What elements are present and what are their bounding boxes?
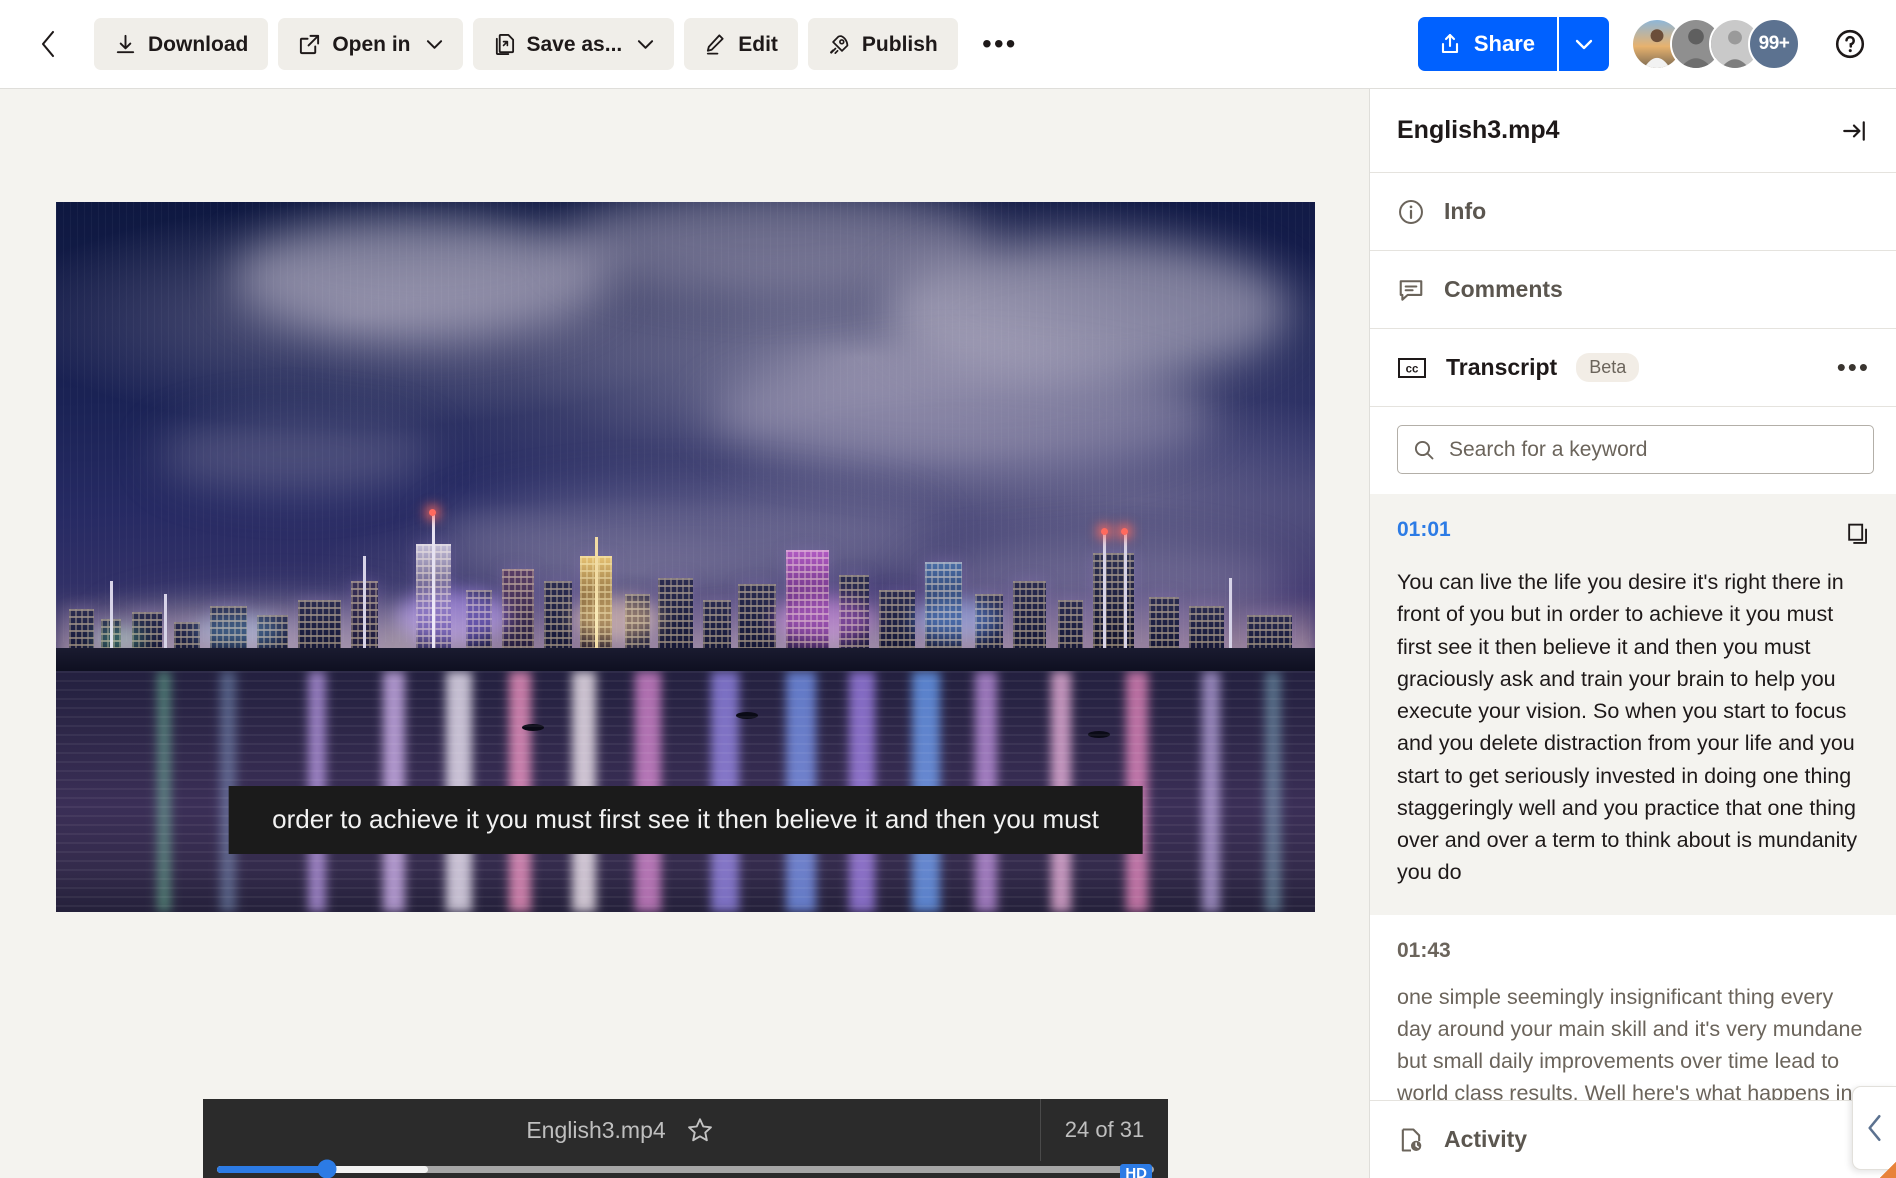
download-icon <box>116 34 135 53</box>
transcript-segment-header: 01:01 <box>1397 518 1872 548</box>
comment-bubble-icon <box>1399 279 1423 301</box>
progress-scrubber[interactable] <box>203 1159 1168 1178</box>
download-button[interactable]: Download <box>94 18 269 70</box>
toolbar-overflow-button[interactable]: ••• <box>976 20 1024 68</box>
player-title-row: English3.mp4 24 of 31 <box>203 1099 1168 1161</box>
external-link-icon <box>300 34 320 54</box>
transcript-beta-badge: Beta <box>1576 353 1640 382</box>
transcript-timestamp[interactable]: 01:01 <box>1397 518 1451 542</box>
sidebar-item-transcript[interactable]: cc Transcript Beta ••• <box>1370 329 1896 407</box>
search-icon <box>1414 440 1434 459</box>
share-dropdown-button[interactable] <box>1557 17 1609 71</box>
share-button[interactable]: Share <box>1417 17 1557 71</box>
transcript-segment[interactable]: 01:01 You can live the life you desire i… <box>1370 494 1896 915</box>
favorite-button[interactable] <box>683 1113 717 1147</box>
help-button[interactable] <box>1826 20 1874 68</box>
transcript-search-input[interactable] <box>1449 437 1859 462</box>
video-preview-app: Download Open in Save as... Edit Publish… <box>0 0 1896 1178</box>
edit-button[interactable]: Edit <box>684 18 798 70</box>
info-circle-icon <box>1399 199 1423 224</box>
corner-accent <box>1880 1162 1896 1178</box>
sidebar-header: English3.mp4 <box>1370 89 1896 173</box>
video-controls-bar: English3.mp4 24 of 31 HD <box>203 1099 1168 1178</box>
sidebar-item-comments[interactable]: Comments <box>1370 251 1896 329</box>
collapse-sidebar-button[interactable] <box>1834 111 1874 151</box>
sidebar-item-info-label: Info <box>1444 198 1487 224</box>
panel-toggle-edge-button[interactable] <box>1852 1086 1896 1170</box>
preview-area: order to achieve it you must first see i… <box>0 89 1369 1178</box>
rocket-icon <box>829 34 849 54</box>
collaborator-avatars[interactable]: 99+ <box>1631 18 1800 70</box>
progress-track[interactable] <box>217 1159 1154 1178</box>
details-sidebar: English3.mp4 Info Comments cc Transcript… <box>1369 89 1896 1178</box>
share-upload-icon <box>1441 33 1458 54</box>
hd-badge: HD <box>1120 1164 1152 1178</box>
sidebar-item-transcript-label: Transcript <box>1446 354 1558 380</box>
city-skyline <box>56 497 1315 654</box>
progress-played <box>217 1165 327 1173</box>
copy-transcript-button[interactable] <box>1842 518 1872 548</box>
share-label: Share <box>1473 31 1535 56</box>
transcript-segment-list[interactable]: 01:01 You can live the life you desire i… <box>1370 494 1896 1100</box>
chevron-down-icon <box>1575 39 1593 49</box>
sidebar-item-comments-label: Comments <box>1444 276 1563 302</box>
avatar-overflow-count[interactable]: 99+ <box>1748 18 1800 70</box>
svg-text:cc: cc <box>1406 363 1419 375</box>
save-copy-icon <box>495 33 514 55</box>
video-caption: order to achieve it you must first see i… <box>228 786 1143 854</box>
share-control-group: Share <box>1417 17 1609 71</box>
transcript-search-box[interactable] <box>1397 425 1874 474</box>
open-in-button[interactable]: Open in <box>278 18 463 70</box>
top-toolbar: Download Open in Save as... Edit Publish… <box>0 0 1896 89</box>
cc-icon: cc <box>1398 357 1426 378</box>
question-circle-icon <box>1835 29 1865 59</box>
caption-text: order to achieve it you must first see i… <box>272 804 1099 835</box>
open-in-label: Open in <box>332 32 411 56</box>
edit-label: Edit <box>738 32 778 56</box>
pencil-icon <box>707 33 724 55</box>
transcript-search-wrapper <box>1370 407 1896 494</box>
back-button[interactable] <box>26 22 70 66</box>
transcript-segment-header: 01:43 <box>1397 939 1872 963</box>
document-clock-icon <box>1401 1127 1422 1152</box>
sidebar-item-activity-label: Activity <box>1444 1126 1528 1152</box>
chevron-down-icon <box>426 39 442 49</box>
copy-icon <box>1847 523 1867 544</box>
save-as-label: Save as... <box>526 32 623 56</box>
star-outline-icon <box>687 1118 712 1142</box>
app-body: order to achieve it you must first see i… <box>0 89 1896 1178</box>
playlist-position: 24 of 31 <box>1040 1099 1168 1161</box>
collapse-right-icon <box>1843 120 1865 141</box>
transcript-text: one simple seemingly insignificant thing… <box>1397 984 1863 1101</box>
player-title-center: English3.mp4 <box>203 1113 1040 1147</box>
publish-label: Publish <box>861 32 938 56</box>
chevron-left-icon <box>1867 1114 1881 1142</box>
transcript-menu-button[interactable]: ••• <box>1833 352 1874 383</box>
toolbar-actions: Download Open in Save as... Edit Publish… <box>94 18 1024 70</box>
download-label: Download <box>148 32 249 56</box>
video-player-surface[interactable]: order to achieve it you must first see i… <box>56 202 1315 912</box>
transcript-text: You can live the life you desire it's ri… <box>1397 570 1858 885</box>
player-file-name: English3.mp4 <box>526 1116 666 1143</box>
save-as-button[interactable]: Save as... <box>472 18 675 70</box>
chevron-left-icon <box>41 30 55 58</box>
progress-handle[interactable] <box>317 1159 337 1178</box>
chevron-down-icon <box>638 39 654 49</box>
sidebar-item-info[interactable]: Info <box>1370 173 1896 251</box>
transcript-segment[interactable]: 01:43 one simple seemingly insignificant… <box>1370 915 1896 1101</box>
sidebar-file-title: English3.mp4 <box>1397 116 1560 144</box>
publish-button[interactable]: Publish <box>807 18 958 70</box>
transcript-timestamp[interactable]: 01:43 <box>1397 939 1451 963</box>
sidebar-item-activity[interactable]: Activity <box>1370 1100 1896 1178</box>
